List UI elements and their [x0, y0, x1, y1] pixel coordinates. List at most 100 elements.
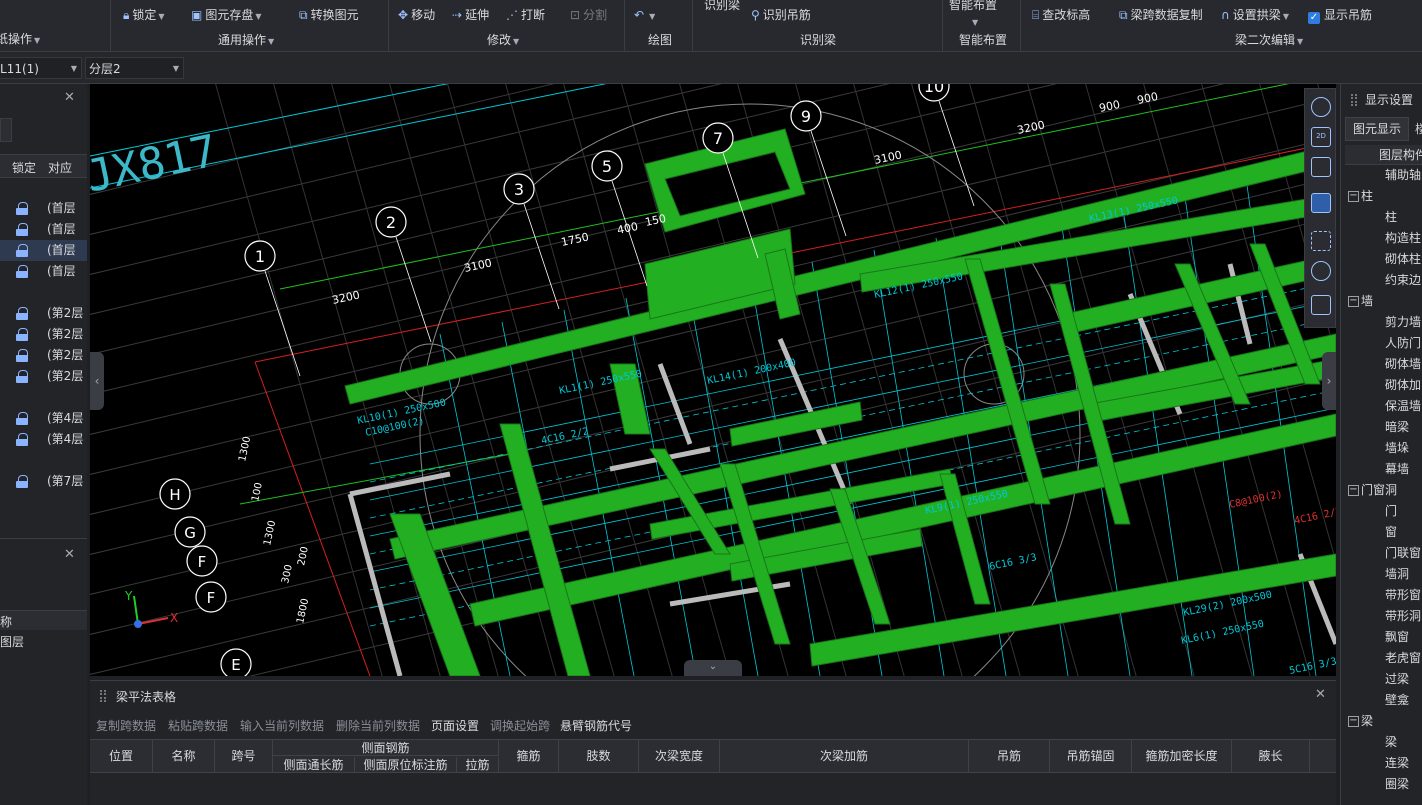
recognize-beam-button[interactable]: 识别梁 [704, 0, 740, 14]
tree-item[interactable]: 老虎窗 [1385, 648, 1421, 669]
tree-item[interactable]: 带形窗 [1385, 585, 1421, 606]
close-icon[interactable]: ✕ [64, 90, 75, 105]
close-icon[interactable]: ✕ [64, 547, 75, 562]
layer-row[interactable]: (第7层 [0, 471, 87, 492]
tree-item[interactable]: 门联窗 [1385, 543, 1421, 564]
layer-row[interactable]: (第2层 [0, 324, 87, 345]
lock-icon[interactable] [16, 307, 28, 320]
lock-icon[interactable] [16, 475, 28, 488]
lock-icon[interactable] [16, 433, 28, 446]
col-stirrup-dense[interactable]: 箍筋加密长度 [1132, 740, 1232, 773]
close-icon[interactable]: ✕ [1315, 687, 1326, 702]
panel-button[interactable] [0, 118, 12, 142]
tree-item[interactable]: 过梁 [1385, 669, 1409, 690]
col-name[interactable]: 名称 [153, 740, 215, 773]
layer-row[interactable]: (首层 [0, 219, 87, 240]
tree-item[interactable]: − 墙 [1348, 291, 1373, 312]
lock-icon[interactable] [16, 370, 28, 383]
span-copy-button[interactable]: ⧉ 梁跨数据复制 [1119, 6, 1203, 24]
tree-item[interactable]: 壁龛 [1385, 690, 1409, 711]
secondary-edit-group[interactable]: 梁二次编辑 ▼ [1235, 31, 1303, 49]
col-hanger-anchor[interactable]: 吊筋锚固 [1050, 740, 1132, 773]
lock-icon[interactable] [16, 202, 28, 215]
col-stirrup[interactable]: 箍筋 [499, 740, 559, 773]
set-arch-beam-button[interactable]: ∩ 设置拱梁 ▼ [1221, 6, 1289, 24]
tree-item[interactable]: 梁 [1385, 732, 1397, 753]
col-position[interactable]: 位置 [90, 740, 153, 773]
tree-item[interactable]: 暗梁 [1385, 417, 1409, 438]
table-tool-button[interactable]: 调换起始跨 [490, 717, 550, 735]
save-element-button[interactable]: ▣ 图元存盘 ▼ [191, 6, 262, 24]
tab-element-display[interactable]: 图元显示 [1345, 117, 1409, 141]
col-secondary-add[interactable]: 次梁加筋 [720, 740, 969, 773]
table-tool-button[interactable]: 输入当前列数据 [240, 717, 324, 735]
tree-item[interactable]: 圈梁 [1385, 774, 1409, 795]
layer-row[interactable]: (第4层 [0, 429, 87, 450]
lock-icon[interactable] [16, 244, 28, 257]
tree-item[interactable]: 窗 [1385, 522, 1397, 543]
tree-item[interactable]: 墙垛 [1385, 438, 1409, 459]
tree-item[interactable]: 约束边 [1385, 270, 1421, 291]
tree-item[interactable]: − 柱 [1348, 186, 1373, 207]
fit-view-icon[interactable] [1311, 231, 1331, 251]
drag-handle-icon[interactable] [1351, 94, 1357, 106]
move-button[interactable]: ✥ 移动 [398, 6, 435, 24]
recognize-hanger-button[interactable]: ⚲ 识别吊筋 [751, 6, 811, 24]
tree-item[interactable]: 连梁 [1385, 753, 1409, 774]
cube-solid-icon[interactable] [1311, 193, 1331, 213]
tree-item[interactable]: 辅助轴 [1385, 165, 1421, 186]
check-elevation-button[interactable]: ⌸ 查改标高 [1032, 6, 1090, 24]
lock-icon[interactable] [16, 223, 28, 236]
collapse-icon[interactable]: − [1348, 485, 1359, 496]
collapse-left-handle[interactable]: ‹ [90, 352, 104, 410]
col-side-mark[interactable]: 侧面原位标注筋 [355, 757, 457, 773]
split-button[interactable]: ⊡ 分割 [570, 6, 607, 24]
layer-selector[interactable]: 分层2 ▼ [85, 57, 184, 79]
layer-row[interactable]: (第2层 [0, 303, 87, 324]
lock-button[interactable]: 🔒︎ 锁定 ▼ [123, 6, 165, 24]
smart-layout-dropdown[interactable]: ▼ [970, 12, 978, 30]
tree-item[interactable]: 砌体加 [1385, 375, 1421, 396]
col-tie[interactable]: 拉筋 [457, 757, 499, 773]
tree-item[interactable]: 柱 [1385, 207, 1397, 228]
col-side-long[interactable]: 侧面通长筋 [273, 757, 355, 773]
collapse-icon[interactable]: − [1348, 296, 1359, 307]
draw-group[interactable]: 绘图 [648, 31, 672, 49]
member-selector[interactable]: L11(1) ▼ [0, 57, 82, 79]
tree-item[interactable]: − 梁 [1348, 711, 1373, 732]
tree-item[interactable]: 墙洞 [1385, 564, 1409, 585]
tab-floor[interactable]: 楼 [1415, 120, 1422, 137]
layer-row[interactable]: (首层 [0, 240, 87, 261]
table-tool-button[interactable]: 页面设置 [431, 717, 479, 735]
tree-item[interactable]: 保温墙 [1385, 396, 1421, 417]
tree-item[interactable]: 剪力墙 [1385, 312, 1421, 333]
col-hanger[interactable]: 吊筋 [969, 740, 1050, 773]
show-hanger-checkbox[interactable]: ✓ 显示吊筋 [1308, 6, 1372, 24]
layer-row[interactable]: (首层 [0, 198, 87, 219]
drawing-ops-group[interactable]: 纸操作 ▼ [0, 30, 40, 48]
tree-item[interactable]: 带形洞 [1385, 606, 1421, 627]
model-view-icon[interactable] [1311, 261, 1331, 281]
cad-viewport[interactable]: 1 2 3 5 7 9 10 H G F F E JX817 3200 3100 1750 400 150 3100… [90, 84, 1336, 676]
tree-item[interactable]: 构造柱 [1385, 228, 1421, 249]
drag-handle-icon[interactable] [100, 690, 106, 702]
modify-group[interactable]: 修改 ▼ [487, 31, 519, 49]
table-tool-button[interactable]: 删除当前列数据 [336, 717, 420, 735]
tree-item[interactable]: 砌体墙 [1385, 354, 1421, 375]
collapse-right-handle[interactable]: › [1322, 352, 1336, 410]
col-span[interactable]: 跨号 [215, 740, 273, 773]
tree-item[interactable]: − 门窗洞 [1348, 480, 1397, 501]
break-button[interactable]: ⋰ 打断 [506, 6, 545, 24]
draw-arc-button[interactable]: ↶ ▼ [634, 6, 655, 24]
lock-icon[interactable] [16, 349, 28, 362]
properties-list-icon[interactable] [1311, 295, 1331, 315]
collapse-icon[interactable]: − [1348, 191, 1359, 202]
tree-item[interactable]: 飘窗 [1385, 627, 1409, 648]
col-legs[interactable]: 肢数 [559, 740, 639, 773]
layer-row[interactable]: (第4层 [0, 408, 87, 429]
tree-item[interactable]: 砌体柱 [1385, 249, 1421, 270]
general-ops-group[interactable]: 通用操作 ▼ [218, 31, 274, 49]
lock-icon[interactable] [16, 412, 28, 425]
view-2d-icon[interactable]: 2D [1311, 127, 1331, 147]
convert-element-button[interactable]: ⧉ 转换图元 [299, 6, 359, 24]
